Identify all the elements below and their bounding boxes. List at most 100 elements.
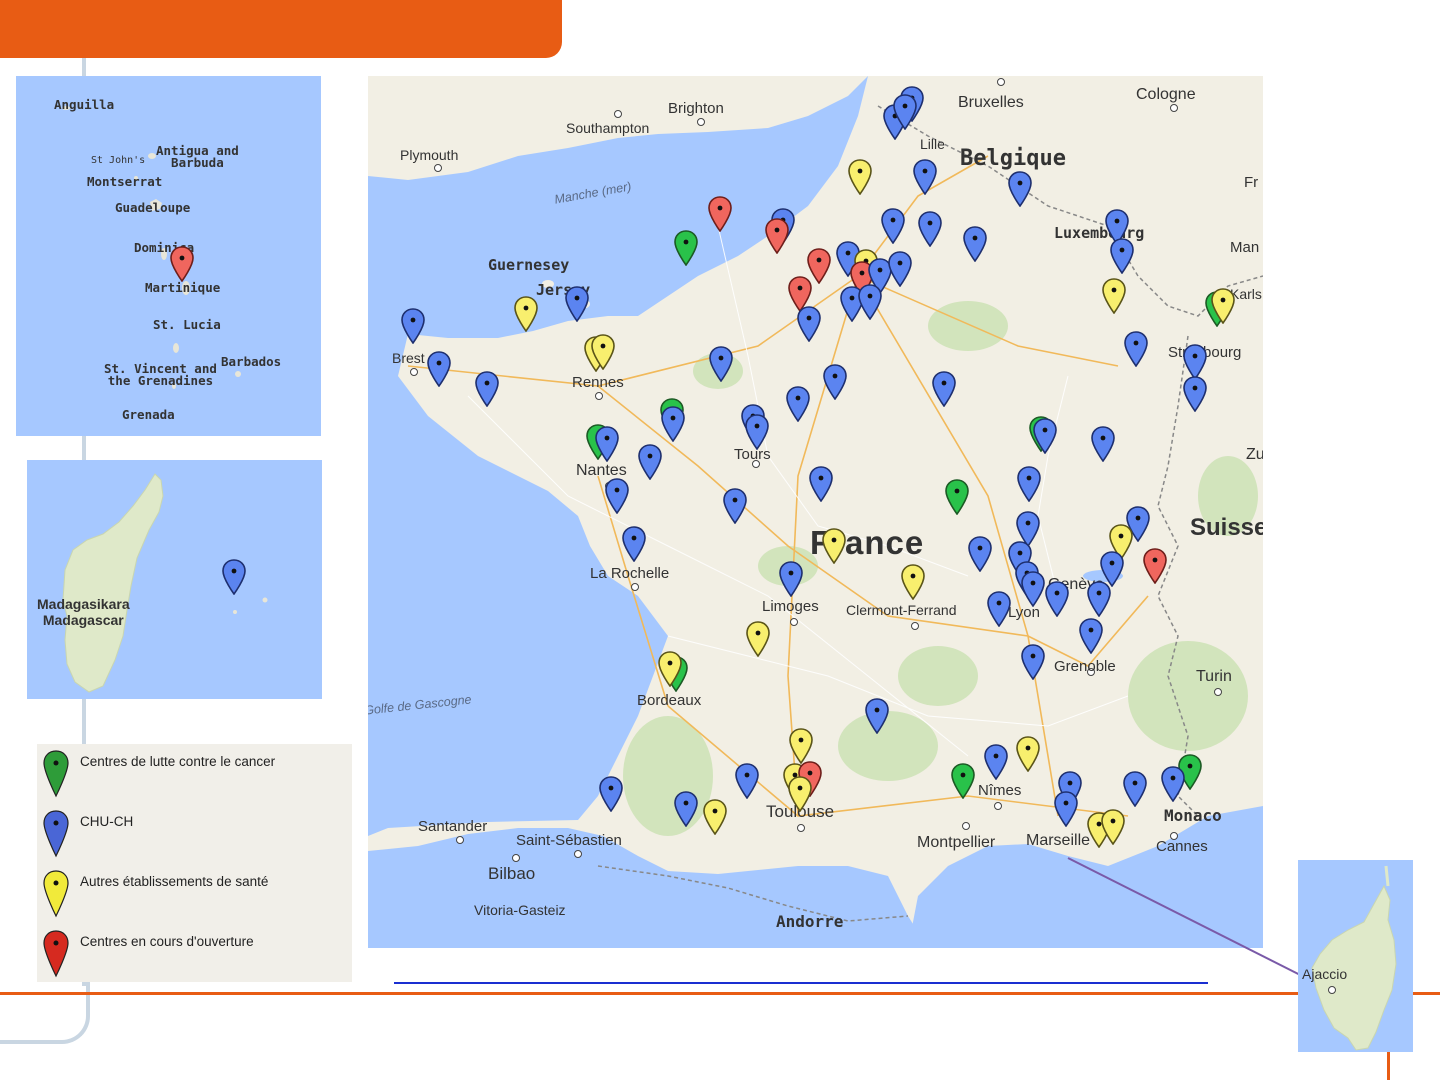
map-marker-blue[interactable] bbox=[865, 698, 889, 735]
map-marker-green[interactable] bbox=[945, 479, 969, 516]
map-marker-yellow[interactable] bbox=[848, 159, 872, 196]
map-marker-blue[interactable] bbox=[709, 346, 733, 383]
inset-map-caribbean[interactable]: Anguilla St John's Antigua and Barbuda M… bbox=[16, 76, 321, 436]
label-antigua: Antigua and Barbuda bbox=[156, 143, 239, 170]
map-marker-blue[interactable] bbox=[565, 286, 589, 323]
map-marker-yellow[interactable] bbox=[901, 564, 925, 601]
map-marker-blue[interactable] bbox=[605, 478, 629, 515]
city-dot-brest bbox=[410, 368, 418, 376]
map-marker-blue[interactable] bbox=[1008, 171, 1032, 208]
label-st-johns: St John's bbox=[91, 155, 146, 166]
label-man-edge: Man bbox=[1230, 239, 1260, 256]
map-marker-yellow[interactable] bbox=[822, 528, 846, 565]
city-dot-saint-sebastien bbox=[574, 850, 582, 858]
map-marker-blue[interactable] bbox=[858, 284, 882, 321]
map-marker-green[interactable] bbox=[951, 763, 975, 800]
map-marker-blue[interactable] bbox=[745, 414, 769, 451]
map-marker-blue[interactable] bbox=[1183, 376, 1207, 413]
map-marker-blue[interactable] bbox=[1123, 771, 1147, 808]
map-marker-red[interactable] bbox=[708, 196, 732, 233]
map-marker-yellow[interactable] bbox=[514, 296, 538, 333]
city-dot-la-rochelle bbox=[631, 583, 639, 591]
map-marker-blue[interactable] bbox=[888, 251, 912, 288]
map-marker-yellow[interactable] bbox=[746, 621, 770, 658]
city-dot-toulouse bbox=[797, 824, 805, 832]
map-marker-blue[interactable] bbox=[222, 559, 246, 596]
map-marker-blue[interactable] bbox=[984, 744, 1008, 781]
label-montpellier: Montpellier bbox=[917, 834, 996, 851]
map-marker-blue[interactable] bbox=[427, 351, 451, 388]
legend-marker-icon bbox=[43, 810, 69, 858]
map-marker-blue[interactable] bbox=[475, 371, 499, 408]
map-marker-blue[interactable] bbox=[1110, 238, 1134, 275]
label-guadeloupe: Guadeloupe bbox=[115, 200, 191, 215]
inset-map-madagascar[interactable]: Madagasikara Madagascar bbox=[27, 460, 322, 699]
map-marker-blue[interactable] bbox=[918, 211, 942, 248]
label-st-lucia: St. Lucia bbox=[153, 317, 221, 332]
map-marker-blue[interactable] bbox=[638, 444, 662, 481]
map-marker-blue[interactable] bbox=[987, 591, 1011, 628]
inset-map-corsica[interactable]: Ajaccio bbox=[1298, 860, 1413, 1052]
map-marker-blue[interactable] bbox=[913, 159, 937, 196]
map-marker-blue[interactable] bbox=[723, 488, 747, 525]
map-marker-blue[interactable] bbox=[1017, 466, 1041, 503]
map-marker-blue[interactable] bbox=[599, 776, 623, 813]
map-marker-blue[interactable] bbox=[881, 208, 905, 245]
city-dot-plymouth bbox=[434, 164, 442, 172]
city-dot-santander bbox=[456, 836, 464, 844]
map-marker-blue[interactable] bbox=[809, 466, 833, 503]
map-marker-blue[interactable] bbox=[968, 536, 992, 573]
legend-item: Centres en cours d'ouverture bbox=[37, 924, 352, 984]
city-dot-bilbao bbox=[512, 854, 520, 862]
map-marker-yellow[interactable] bbox=[1211, 288, 1235, 325]
map-marker-blue[interactable] bbox=[1033, 418, 1057, 455]
map-marker-yellow[interactable] bbox=[703, 799, 727, 836]
map-marker-blue[interactable] bbox=[1183, 344, 1207, 381]
label-la-rochelle: La Rochelle bbox=[590, 565, 670, 582]
map-marker-blue[interactable] bbox=[1161, 766, 1185, 803]
map-marker-blue[interactable] bbox=[595, 426, 619, 463]
map-marker-yellow[interactable] bbox=[1101, 809, 1125, 846]
map-marker-blue[interactable] bbox=[735, 763, 759, 800]
map-marker-blue[interactable] bbox=[1087, 581, 1111, 618]
label-madagascar: Madagasikara Madagascar bbox=[37, 596, 130, 628]
map-marker-green[interactable] bbox=[674, 230, 698, 267]
label-grenoble: Grenoble bbox=[1054, 658, 1116, 675]
main-map-france[interactable]: Brighton Southampton Plymouth Manche (me… bbox=[368, 76, 1263, 948]
legend-item: Autres établissements de santé bbox=[37, 864, 352, 924]
map-marker-yellow[interactable] bbox=[658, 651, 682, 688]
map-marker-yellow[interactable] bbox=[789, 728, 813, 765]
label-plymouth: Plymouth bbox=[400, 147, 459, 163]
map-marker-red[interactable] bbox=[765, 218, 789, 255]
label-brighton: Brighton bbox=[668, 100, 724, 117]
map-marker-blue[interactable] bbox=[797, 306, 821, 343]
map-marker-blue[interactable] bbox=[622, 526, 646, 563]
map-marker-blue[interactable] bbox=[1124, 331, 1148, 368]
map-marker-blue[interactable] bbox=[661, 406, 685, 443]
map-marker-blue[interactable] bbox=[893, 94, 917, 131]
map-marker-blue[interactable] bbox=[1079, 618, 1103, 655]
map-marker-blue[interactable] bbox=[1091, 426, 1115, 463]
label-limoges: Limoges bbox=[762, 598, 819, 615]
map-marker-blue[interactable] bbox=[1021, 571, 1045, 608]
map-marker-yellow[interactable] bbox=[1016, 736, 1040, 773]
map-marker-blue[interactable] bbox=[1021, 644, 1045, 681]
map-marker-blue[interactable] bbox=[932, 371, 956, 408]
map-marker-blue[interactable] bbox=[786, 386, 810, 423]
city-dot-cologne bbox=[1170, 104, 1178, 112]
map-marker-blue[interactable] bbox=[823, 364, 847, 401]
footer-tick bbox=[1387, 1052, 1390, 1080]
label-saint-sebastien: Saint-Sébastien bbox=[516, 832, 622, 849]
map-marker-blue[interactable] bbox=[401, 308, 425, 345]
map-marker-yellow[interactable] bbox=[788, 776, 812, 813]
map-marker-blue[interactable] bbox=[1054, 791, 1078, 828]
map-marker-blue[interactable] bbox=[1045, 581, 1069, 618]
city-dot-limoges bbox=[790, 618, 798, 626]
map-marker-blue[interactable] bbox=[779, 561, 803, 598]
map-marker-blue[interactable] bbox=[963, 226, 987, 263]
map-marker-red[interactable] bbox=[170, 246, 194, 283]
map-marker-yellow[interactable] bbox=[591, 334, 615, 371]
map-marker-blue[interactable] bbox=[674, 791, 698, 828]
map-marker-red[interactable] bbox=[1143, 548, 1167, 585]
map-marker-yellow[interactable] bbox=[1102, 278, 1126, 315]
